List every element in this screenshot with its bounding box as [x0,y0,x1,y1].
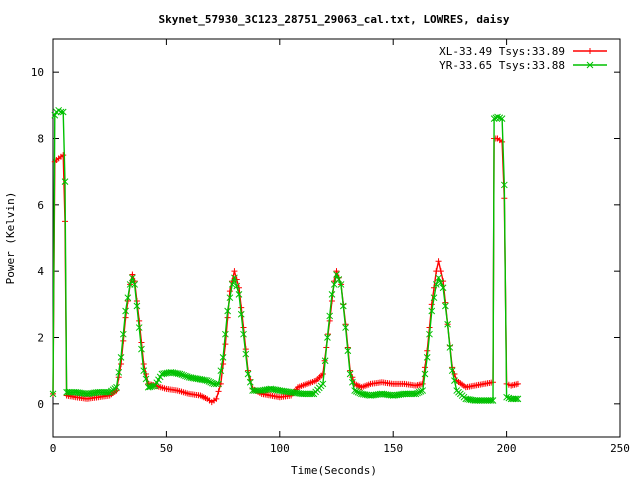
chart-title: Skynet_57930_3C123_28751_29063_cal.txt, … [159,13,510,26]
x-tick-label: 150 [383,442,403,455]
data-point [435,258,442,265]
legend-label: XL-33.49 Tsys:33.89 [439,45,565,58]
data-point [231,268,238,275]
legend-label: YR-33.65 Tsys:33.88 [439,59,565,72]
y-tick-label: 8 [37,133,44,146]
data-point [437,268,444,275]
data-point [215,388,222,395]
legend: XL-33.49 Tsys:33.89YR-33.65 Tsys:33.88 [439,45,607,72]
series-line [52,137,519,404]
data-point [222,341,229,348]
series-1 [50,135,521,406]
x-tick-label: 100 [270,442,290,455]
y-tick-label: 4 [37,265,44,278]
y-tick-label: 2 [37,332,44,345]
axis-ticks: 0 50 100 150 200 250 0 2 4 6 8 10 [31,39,630,455]
legend-marker [587,48,593,54]
x-axis-label: Time(Seconds) [291,464,377,477]
plot-frame [52,38,621,438]
x-tick-label: 250 [610,442,630,455]
x-tick-label: 50 [160,442,173,455]
series-line [52,109,518,402]
series-2 [49,106,522,404]
series-layer [49,106,522,406]
y-tick-label: 10 [31,66,44,79]
y-tick-label: 0 [37,398,44,411]
y-tick-label: 6 [37,199,44,212]
chart: Skynet_57930_3C123_28751_29063_cal.txt, … [4,13,630,477]
y-axis-label: Power (Kelvin) [4,192,17,285]
x-tick-label: 200 [497,442,517,455]
data-point [118,361,125,368]
x-tick-label: 0 [50,442,57,455]
